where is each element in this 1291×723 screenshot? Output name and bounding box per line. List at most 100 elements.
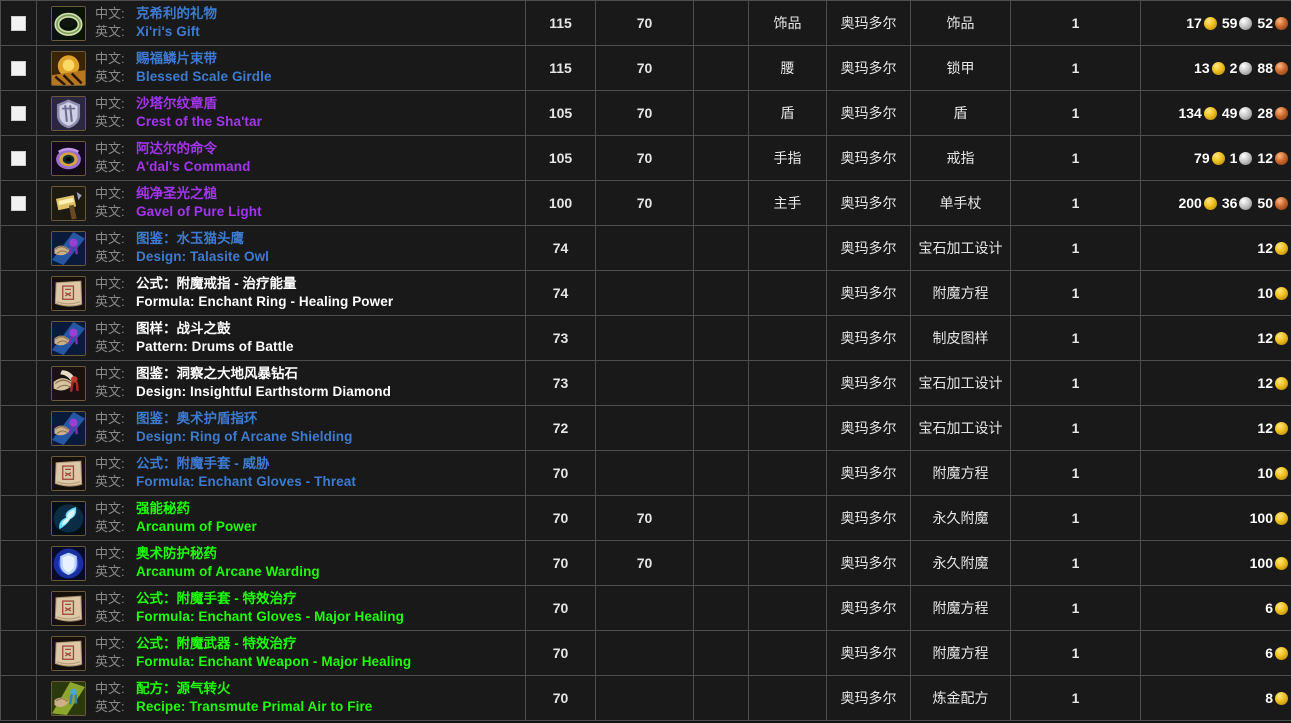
table-row[interactable]: 中文: 阿达尔的命令 英文: A'dal's Command 105 70 手指 奥玛多尔 戒指…: [0, 135, 1291, 181]
item-name-en-row: 英文: Arcanum of Power: [95, 518, 257, 536]
item-name-en[interactable]: Formula: Enchant Weapon - Major Healing: [136, 654, 411, 669]
checkbox-cell[interactable]: [0, 180, 37, 226]
item-name-zh[interactable]: 图样：战斗之鼓: [136, 321, 231, 336]
item-name-cell[interactable]: 中文: 图样：战斗之鼓 英文: Pattern: Drums of Battle: [36, 315, 526, 361]
table-row[interactable]: 中文: 图鉴：洞察之大地风暴钻石 英文: Design: Insightful Ear…: [0, 360, 1291, 406]
row-select-checkbox[interactable]: [11, 196, 26, 212]
item-name-cell[interactable]: 中文: 阿达尔的命令 英文: A'dal's Command: [36, 135, 526, 181]
arcanum-power-icon: [51, 500, 86, 536]
item-name-cell[interactable]: 中文: 图鉴：奥术护盾指环 英文: Design: Ring of Arcane Sh…: [36, 405, 526, 451]
item-name-cell[interactable]: 中文: 配方：源气转火 英文: Recipe: Transmute Primal Ai…: [36, 675, 526, 721]
silver-coin-value: 36: [1221, 195, 1238, 211]
quantity-cell: 1: [1010, 585, 1141, 631]
table-row[interactable]: 中文: 公式：附魔手套 - 威胁 英文: Formula: Enchant Glove…: [0, 450, 1291, 496]
lang-label-zh: 中文:: [95, 411, 125, 427]
table-row[interactable]: 中文: 图样：战斗之鼓 英文: Pattern: Drums of Battle 73 奥…: [0, 315, 1291, 361]
table-row[interactable]: 中文: 奥术防护秘药 英文: Arcanum of Arcane Warding 70 7…: [0, 540, 1291, 586]
item-name-cell[interactable]: 中文: 赐福鳞片束带 英文: Blessed Scale Girdle: [36, 45, 526, 91]
row-select-checkbox[interactable]: [11, 16, 26, 32]
gold-coin-group: 6: [1265, 645, 1291, 661]
type-cell: 宝石加工设计: [910, 360, 1011, 406]
item-name-zh[interactable]: 公式：附魔手套 - 威胁: [136, 456, 270, 471]
checkbox-cell[interactable]: [0, 45, 37, 91]
item-name-en[interactable]: Arcanum of Arcane Warding: [136, 564, 320, 579]
item-name-zh[interactable]: 沙塔尔纹章盾: [136, 96, 217, 111]
table-row[interactable]: 中文: 沙塔尔纹章盾 英文: Crest of the Sha'tar 105 70 盾奥玛…: [0, 90, 1291, 136]
row-select-checkbox[interactable]: [11, 151, 26, 167]
item-name-en[interactable]: Crest of the Sha'tar: [136, 114, 262, 129]
table-row[interactable]: 中文: 配方：源气转火 英文: Recipe: Transmute Primal Ai…: [0, 675, 1291, 721]
item-name-en[interactable]: Formula: Enchant Ring - Healing Power: [136, 294, 393, 309]
item-name-zh[interactable]: 强能秘药: [136, 501, 190, 516]
item-name-cell[interactable]: 中文: 公式：附魔戒指 - 治疗能量 英文: Formula: Enchant Rin…: [36, 270, 526, 316]
table-row[interactable]: 中文: 公式：附魔手套 - 特效治疗 英文: Formula: Enchant Glo…: [0, 585, 1291, 631]
item-name-cell[interactable]: 中文: 克希利的礼物 英文: Xi'ri's Gift: [36, 0, 526, 46]
source-cell: 奥玛多尔: [826, 225, 911, 271]
item-name-en[interactable]: Design: Ring of Arcane Shielding: [136, 429, 352, 444]
item-name-zh[interactable]: 公式：附魔手套 - 特效治疗: [136, 591, 297, 606]
checkbox-cell[interactable]: [0, 135, 37, 181]
table-row[interactable]: 中文: 纯净圣光之槌 英文: Gavel of Pure Light 100 70 主手 奥玛…: [0, 180, 1291, 226]
silver-coin-group: 49: [1222, 105, 1256, 121]
item-name-cell[interactable]: 中文: 奥术防护秘药 英文: Arcanum of Arcane Warding: [36, 540, 526, 586]
item-name-en[interactable]: Blessed Scale Girdle: [136, 69, 272, 84]
item-name-zh[interactable]: 公式：附魔武器 - 特效治疗: [136, 636, 297, 651]
item-name-zh-row: 中文: 阿达尔的命令: [95, 140, 250, 158]
item-name-zh-row: 中文: 公式：附魔武器 - 特效治疗: [95, 635, 411, 653]
table-row[interactable]: 中文: 公式：附魔武器 - 特效治疗 英文: Formula: Enchant Wea…: [0, 630, 1291, 676]
item-name-cell[interactable]: 中文: 公式：附魔手套 - 特效治疗 英文: Formula: Enchant Glo…: [36, 585, 526, 631]
required-level-cell: 70: [595, 90, 694, 136]
table-row[interactable]: 中文: 图鉴：水玉猫头鹰 英文: Design: Talasite Owl 74 奥玛多尔…: [0, 225, 1291, 271]
item-name-cell[interactable]: 中文: 公式：附魔武器 - 特效治疗 英文: Formula: Enchant Wea…: [36, 630, 526, 676]
item-name-en[interactable]: Formula: Enchant Gloves - Threat: [136, 474, 356, 489]
table-row[interactable]: 中文: 强能秘药 英文: Arcanum of Power 70 70 奥玛多尔 永久附魔 1 1…: [0, 495, 1291, 541]
checkbox-cell: [0, 270, 37, 316]
silver-coin-value: 1: [1229, 150, 1238, 166]
gold-coin-value: 13: [1194, 60, 1210, 76]
table-row[interactable]: 中文: 赐福鳞片束带 英文: Blessed Scale Girdle 115 70 腰奥玛…: [0, 45, 1291, 91]
row-select-checkbox[interactable]: [11, 61, 26, 77]
item-name-cell[interactable]: 中文: 公式：附魔手套 - 威胁 英文: Formula: Enchant Glove…: [36, 450, 526, 496]
parchment-icon: [51, 635, 86, 671]
table-row[interactable]: 中文: 公式：附魔戒指 - 治疗能量 英文: Formula: Enchant Rin…: [0, 270, 1291, 316]
item-name-zh[interactable]: 图鉴：洞察之大地风暴钻石: [136, 366, 298, 381]
item-name-cell[interactable]: 中文: 纯净圣光之槌 英文: Gavel of Pure Light: [36, 180, 526, 226]
item-name-zh[interactable]: 纯净圣光之槌: [136, 186, 217, 201]
item-name-zh[interactable]: 配方：源气转火: [136, 681, 231, 696]
item-name-cell[interactable]: 中文: 沙塔尔纹章盾 英文: Crest of the Sha'tar: [36, 90, 526, 136]
item-name-zh[interactable]: 赐福鳞片束带: [136, 51, 217, 66]
item-name-en[interactable]: A'dal's Command: [136, 159, 250, 174]
item-name-zh[interactable]: 图鉴：奥术护盾指环: [136, 411, 258, 426]
checkbox-cell[interactable]: [0, 90, 37, 136]
item-name-lines: 中文: 克希利的礼物 英文: Xi'ri's Gift: [95, 5, 217, 40]
gold-coin-value: 17: [1186, 15, 1202, 31]
item-name-en[interactable]: Xi'ri's Gift: [136, 24, 200, 39]
required-level-cell: 70: [595, 0, 694, 46]
item-name-en[interactable]: Formula: Enchant Gloves - Major Healing: [136, 609, 404, 624]
quantity-cell: 1: [1010, 360, 1141, 406]
item-name-en[interactable]: Pattern: Drums of Battle: [136, 339, 294, 354]
table-row[interactable]: 中文: 克希利的礼物 英文: Xi'ri's Gift 115 70 饰品 奥玛多尔 饰品 1 17…: [0, 0, 1291, 46]
item-name-zh[interactable]: 克希利的礼物: [136, 6, 217, 21]
item-name-en[interactable]: Recipe: Transmute Primal Air to Fire: [136, 699, 372, 714]
checkbox-cell[interactable]: [0, 0, 37, 46]
item-name-zh[interactable]: 公式：附魔戒指 - 治疗能量: [136, 276, 297, 291]
item-name-zh[interactable]: 奥术防护秘药: [136, 546, 217, 561]
item-name-cell[interactable]: 中文: 图鉴：水玉猫头鹰 英文: Design: Talasite Owl: [36, 225, 526, 271]
item-name-cell[interactable]: 中文: 强能秘药 英文: Arcanum of Power: [36, 495, 526, 541]
gold-coin-group: 100: [1250, 510, 1291, 526]
item-name-lines: 中文: 公式：附魔武器 - 特效治疗 英文: Formula: Enchant Wea…: [95, 635, 411, 670]
row-select-checkbox[interactable]: [11, 106, 26, 122]
item-name-zh[interactable]: 图鉴：水玉猫头鹰: [136, 231, 244, 246]
item-name-en[interactable]: Design: Talasite Owl: [136, 249, 269, 264]
item-name-cell[interactable]: 中文: 图鉴：洞察之大地风暴钻石 英文: Design: Insightful Ear…: [36, 360, 526, 406]
table-row[interactable]: 中文: 图鉴：奥术护盾指环 英文: Design: Ring of Arcane Sh…: [0, 405, 1291, 451]
item-name-en[interactable]: Arcanum of Power: [136, 519, 257, 534]
source-cell: 奥玛多尔: [826, 495, 911, 541]
item-name-en[interactable]: Gavel of Pure Light: [136, 204, 262, 219]
item-name-zh[interactable]: 阿达尔的命令: [136, 141, 217, 156]
price-cell: 12: [1140, 315, 1291, 361]
gold-coin-group: 6: [1265, 600, 1291, 616]
slot-cell: [748, 585, 827, 631]
item-name-en[interactable]: Design: Insightful Earthstorm Diamond: [136, 384, 391, 399]
